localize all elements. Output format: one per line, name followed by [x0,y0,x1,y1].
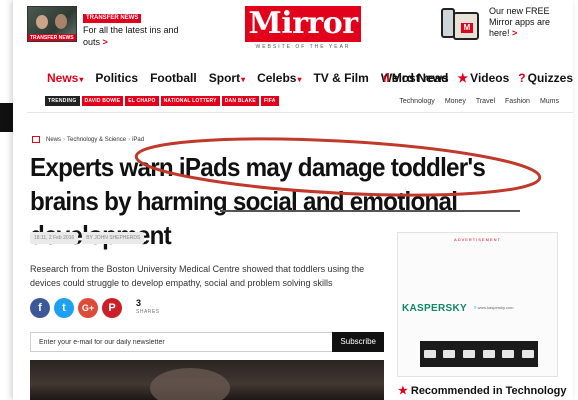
transfer-news-copy: For all the latest ins and outs [83,25,179,47]
trending-label: TRENDING [45,96,80,106]
share-buttons: f t G+ P 3 SHARES [30,298,160,318]
header-divider [27,112,573,113]
bar-chart-icon: ıl [383,71,390,85]
pinterest-share-button[interactable]: P [102,298,122,318]
google-plus-share-button[interactable]: G+ [78,298,98,318]
ad-brand: KASPERSKY [402,303,467,314]
chevron-right-icon: > [102,37,108,47]
subnav-item-technology[interactable]: Technology [399,98,434,105]
phones-icon: M [437,6,485,46]
hero-image[interactable] [30,360,384,400]
trending-tag[interactable]: NATIONAL LOTTERY [160,96,220,106]
article-byline: 18:11, 2 Feb 2016 BY JOHN SHEPHERDS [30,232,148,244]
twitter-share-button[interactable]: t [54,298,74,318]
transfer-news-badge: TRANSFER NEWS [83,14,142,23]
recommended-heading: ★ Recommended in Technology [398,385,567,397]
ad-url: ≡ www.kaspersky.com [474,305,514,310]
chevron-right-icon: > [512,28,518,38]
share-count-label: SHARES [136,309,160,315]
trending-tag[interactable]: DAN BLAKE [221,96,259,106]
chevron-down-icon: ▾ [241,75,246,84]
author[interactable]: BY JOHN SHEPHERDS [82,232,145,244]
subnav-item-mums[interactable]: Mums [540,98,559,105]
trending-tag[interactable]: DAVID BOWIE [81,96,124,106]
app-logo-icon: M [461,23,473,33]
breadcrumb-item-ipad[interactable]: iPad [132,137,144,143]
mail-icon [32,136,40,143]
publish-date: 18:11, 2 Feb 2016 [30,232,79,244]
newsletter-email-input[interactable] [31,338,333,346]
nav-item-news[interactable]: News▾ [47,71,83,85]
star-icon: ★ [457,71,469,85]
nav-right: ıl Most read ★ Videos ? Quizzes [374,68,573,88]
trending-tag[interactable]: FIFA [260,96,279,106]
transfer-news-promo[interactable]: TRANSFER NEWS TRANSFER NEWS For all the … [27,6,193,47]
advertisement[interactable]: ADVERTISEMENT KASPERSKY ≡ www.kaspersky.… [397,232,558,377]
chevron-down-icon: ▾ [79,75,84,84]
breadcrumb-separator: › [128,136,131,143]
trending-tag[interactable]: EL CHAPO [125,96,159,106]
nav-item-tv-film[interactable]: TV & Film [313,71,368,85]
breadcrumb-separator: › [63,136,66,143]
article-standfirst: Research from the Boston University Medi… [30,264,365,288]
breadcrumb-item-technology[interactable]: Technology & Science [67,137,126,143]
breadcrumb-item-news[interactable]: News [46,137,61,143]
question-icon: ? [518,71,526,85]
nav-item-videos[interactable]: ★ Videos [457,71,509,85]
nav-item-football[interactable]: Football [150,71,197,85]
app-promo-copy: Our new FREE Mirror apps are here! [489,6,551,38]
left-edge-tab [0,103,14,132]
ad-label: ADVERTISEMENT [454,237,501,242]
subnav-item-money[interactable]: Money [445,98,466,105]
nav-item-politics[interactable]: Politics [95,71,138,85]
ad-product-strip [420,341,538,367]
nav-item-quizzes[interactable]: ? Quizzes [518,71,573,85]
chevron-down-icon: ▾ [297,75,302,84]
logo-tagline: WEBSITE OF THE YEAR [255,44,351,50]
logo-wordmark: Mirror [245,6,361,42]
app-promo[interactable]: M Our new FREE Mirror apps are here! > [437,6,569,46]
thumbnail-strip-label: TRANSFER NEWS [30,35,74,41]
nav-item-sport[interactable]: Sport▾ [209,71,245,85]
transfer-news-thumbnail: TRANSFER NEWS [27,6,77,42]
star-icon: ★ [398,385,408,397]
subscribe-button[interactable]: Subscribe [332,332,384,352]
ad-brand-mark-icon: ≡ [474,305,477,310]
nav-item-celebs[interactable]: Celebs▾ [257,71,301,85]
breadcrumb: News › Technology & Science › iPad [32,136,144,143]
share-count: 3 SHARES [136,298,160,316]
emotional-underline [220,210,520,212]
newsletter-signup: Subscribe [30,332,384,352]
facebook-share-button[interactable]: f [30,298,50,318]
subnav-item-fashion[interactable]: Fashion [505,98,530,105]
mirror-logo[interactable]: Mirror WEBSITE OF THE YEAR [245,6,361,50]
nav-item-most-read[interactable]: ıl Most read [383,71,448,85]
subnav-item-travel[interactable]: Travel [476,98,495,105]
section-subnav: Technology Money Travel Fashion Mums [389,94,559,108]
